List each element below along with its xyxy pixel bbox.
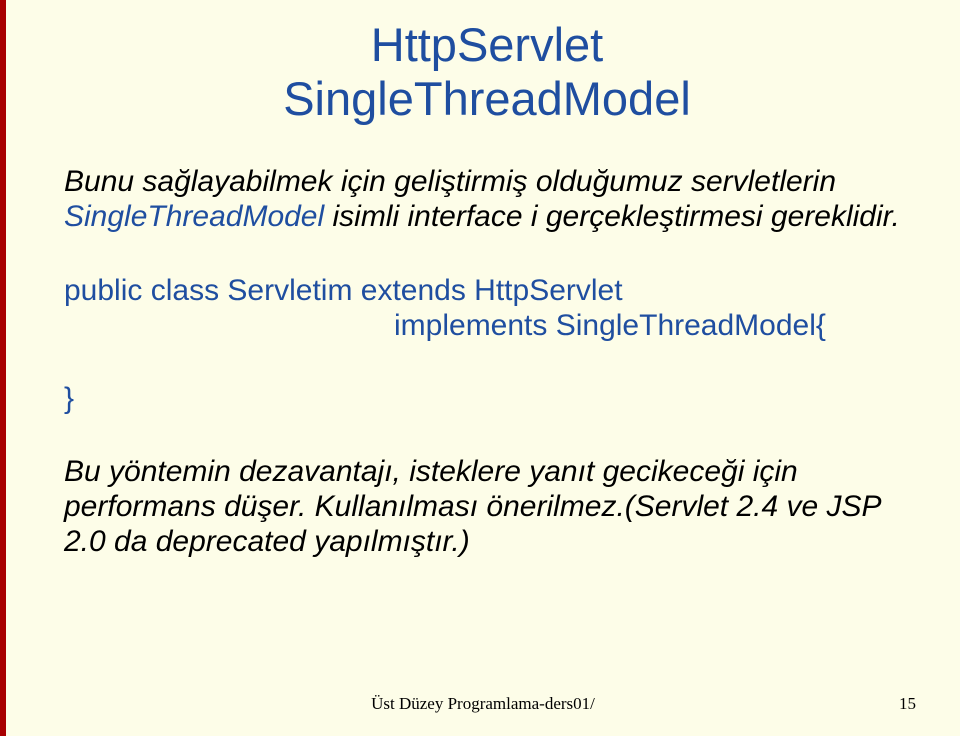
title-line1: HttpServlet — [371, 18, 603, 71]
footer-text: Üst Düzey Programlama-ders01/ — [6, 694, 960, 714]
para1-pre: Bunu sağlayabilmek için geliştirmiş oldu… — [64, 165, 836, 198]
code-line-2: implements SingleThreadModel{ — [64, 308, 910, 343]
para1-keyword: SingleThreadModel — [64, 200, 324, 233]
paragraph-1: Bunu sağlayabilmek için geliştirmiş oldu… — [64, 164, 910, 235]
slide-title: HttpServlet SingleThreadModel — [64, 18, 910, 126]
title-line2: SingleThreadModel — [283, 72, 691, 125]
code-close-brace: } — [64, 382, 910, 416]
para1-post: isimli interface i gerçekleştirmesi gere… — [324, 200, 900, 233]
code-line-1: public class Servletim extends HttpServl… — [64, 273, 910, 308]
paragraph-2: Bu yöntemin dezavantajı, isteklere yanıt… — [64, 454, 910, 560]
page-number: 15 — [899, 694, 916, 714]
